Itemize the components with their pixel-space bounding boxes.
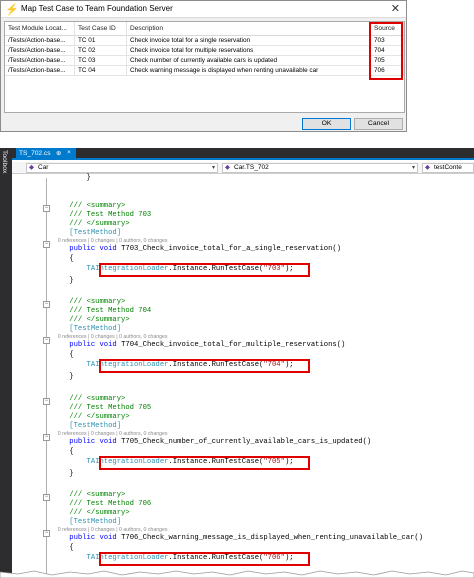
cell-module: /Tests/Action-base...	[5, 36, 75, 46]
cell-description: Check number of currently available cars…	[127, 56, 371, 66]
collapse-icon[interactable]: −	[43, 434, 50, 441]
codelens-info[interactable]: 0 references | 0 changes | 0 authors, 0 …	[52, 431, 168, 438]
code-line: public void T704_Check_invoice_total_for…	[69, 341, 346, 349]
cell-module: /Tests/Action-base...	[5, 46, 75, 56]
cell-module: /Tests/Action-base...	[5, 66, 75, 76]
code-line: }	[69, 373, 74, 381]
table-row[interactable]: /Tests/Action-base... TC 03 Check number…	[5, 56, 404, 66]
cell-id: TC 03	[75, 56, 127, 66]
cell-description: Check invoice total for multiple reserva…	[127, 46, 371, 56]
document-tab-strip: TS_702.cs ⊕ ×	[12, 148, 474, 160]
code-area[interactable]: } /// <summary> /// Test Method 703 /// …	[52, 174, 474, 578]
chevron-down-icon: ▾	[211, 165, 215, 171]
codelens-info[interactable]: 0 references | 0 changes | 0 authors, 0 …	[52, 238, 168, 245]
pin-icon[interactable]: ⊕	[56, 149, 61, 157]
close-icon[interactable]: ✕	[391, 2, 400, 15]
cell-module: /Tests/Action-base...	[5, 56, 75, 66]
cancel-button[interactable]: Cancel	[354, 118, 403, 130]
project-dropdown-label: Car	[38, 164, 49, 171]
collapse-icon[interactable]: −	[43, 398, 50, 405]
code-line: {	[69, 544, 74, 552]
code-line: public void T703_Check_invoice_total_for…	[69, 245, 342, 253]
code-line: }	[69, 277, 74, 285]
type-dropdown-label: Car.TS_702	[234, 164, 269, 171]
table-row[interactable]: /Tests/Action-base... TC 01 Check invoic…	[5, 36, 404, 46]
collapse-icon[interactable]: −	[43, 494, 50, 501]
code-line: public void T706_Check_warning_message_i…	[69, 534, 424, 542]
class-icon: ◆	[225, 164, 230, 171]
source-column-highlight	[369, 22, 403, 80]
codelens-info[interactable]: 0 references | 0 changes | 0 authors, 0 …	[52, 334, 168, 341]
run-test-case-highlight	[99, 263, 310, 277]
cell-id: TC 02	[75, 46, 127, 56]
cell-description: Check invoice total for a single reserva…	[127, 36, 371, 46]
type-dropdown[interactable]: ◆ Car.TS_702 ▾	[222, 163, 418, 173]
torn-edge	[0, 570, 474, 578]
collapse-icon[interactable]: −	[43, 205, 50, 212]
run-test-case-highlight	[99, 456, 310, 470]
member-dropdown-label: testConte	[434, 164, 462, 171]
map-test-case-dialog: ⚡ Map Test Case to Team Foundation Serve…	[0, 0, 407, 132]
tab-label: TS_702.cs	[19, 150, 51, 157]
code-line: {	[69, 448, 74, 456]
run-test-case-highlight	[99, 552, 310, 566]
table-row[interactable]: /Tests/Action-base... TC 04 Check warnin…	[5, 66, 404, 76]
cell-description: Check warning message is displayed when …	[127, 66, 371, 76]
code-line: }	[69, 470, 74, 478]
tab-ts-702[interactable]: TS_702.cs ⊕ ×	[16, 148, 76, 160]
class-icon: ◆	[29, 164, 34, 171]
run-test-case-highlight	[99, 359, 310, 373]
ok-button[interactable]: OK	[302, 118, 351, 130]
column-header-description[interactable]: Description	[127, 22, 371, 36]
collapse-icon[interactable]: −	[43, 337, 50, 344]
project-dropdown[interactable]: ◆ Car ▾	[26, 163, 218, 173]
column-header-module[interactable]: Test Module Locat...	[5, 22, 75, 36]
test-case-grid[interactable]: Test Module Locat... Test Case ID Descri…	[4, 21, 405, 113]
table-row[interactable]: /Tests/Action-base... TC 02 Check invoic…	[5, 46, 404, 56]
close-tab-icon[interactable]: ×	[67, 149, 71, 156]
code-line: }	[86, 174, 91, 182]
member-icon: ◆	[425, 164, 430, 171]
code-line: {	[69, 255, 74, 263]
navigation-bar: ◆ Car ▾ ◆ Car.TS_702 ▾ ◆ testConte	[12, 162, 474, 174]
tfs-logo-icon: ⚡	[5, 4, 19, 16]
code-editor-window: Toolbox TS_702.cs ⊕ × ◆ Car ▾ ◆ Car.TS_7…	[0, 148, 474, 578]
code-line: {	[69, 351, 74, 359]
code-line: public void T705_Check_number_of_current…	[69, 438, 372, 446]
cell-id: TC 01	[75, 36, 127, 46]
member-dropdown[interactable]: ◆ testConte	[422, 163, 474, 173]
toolbox-label[interactable]: Toolbox	[1, 150, 8, 173]
collapse-icon[interactable]: −	[43, 530, 50, 537]
grid-header: Test Module Locat... Test Case ID Descri…	[5, 22, 404, 36]
outline-line	[46, 178, 47, 576]
dialog-title-bar: ⚡ Map Test Case to Team Foundation Serve…	[1, 1, 406, 18]
toolbox-panel[interactable]: Toolbox	[0, 148, 12, 578]
editor-gutter	[12, 174, 34, 578]
collapse-icon[interactable]: −	[43, 301, 50, 308]
codelens-info[interactable]: 0 references | 0 changes | 0 authors, 0 …	[52, 527, 168, 534]
collapse-icon[interactable]: −	[43, 241, 50, 248]
column-header-id[interactable]: Test Case ID	[75, 22, 127, 36]
cell-id: TC 04	[75, 66, 127, 76]
chevron-down-icon: ▾	[411, 165, 415, 171]
dialog-title: Map Test Case to Team Foundation Server	[21, 4, 173, 13]
